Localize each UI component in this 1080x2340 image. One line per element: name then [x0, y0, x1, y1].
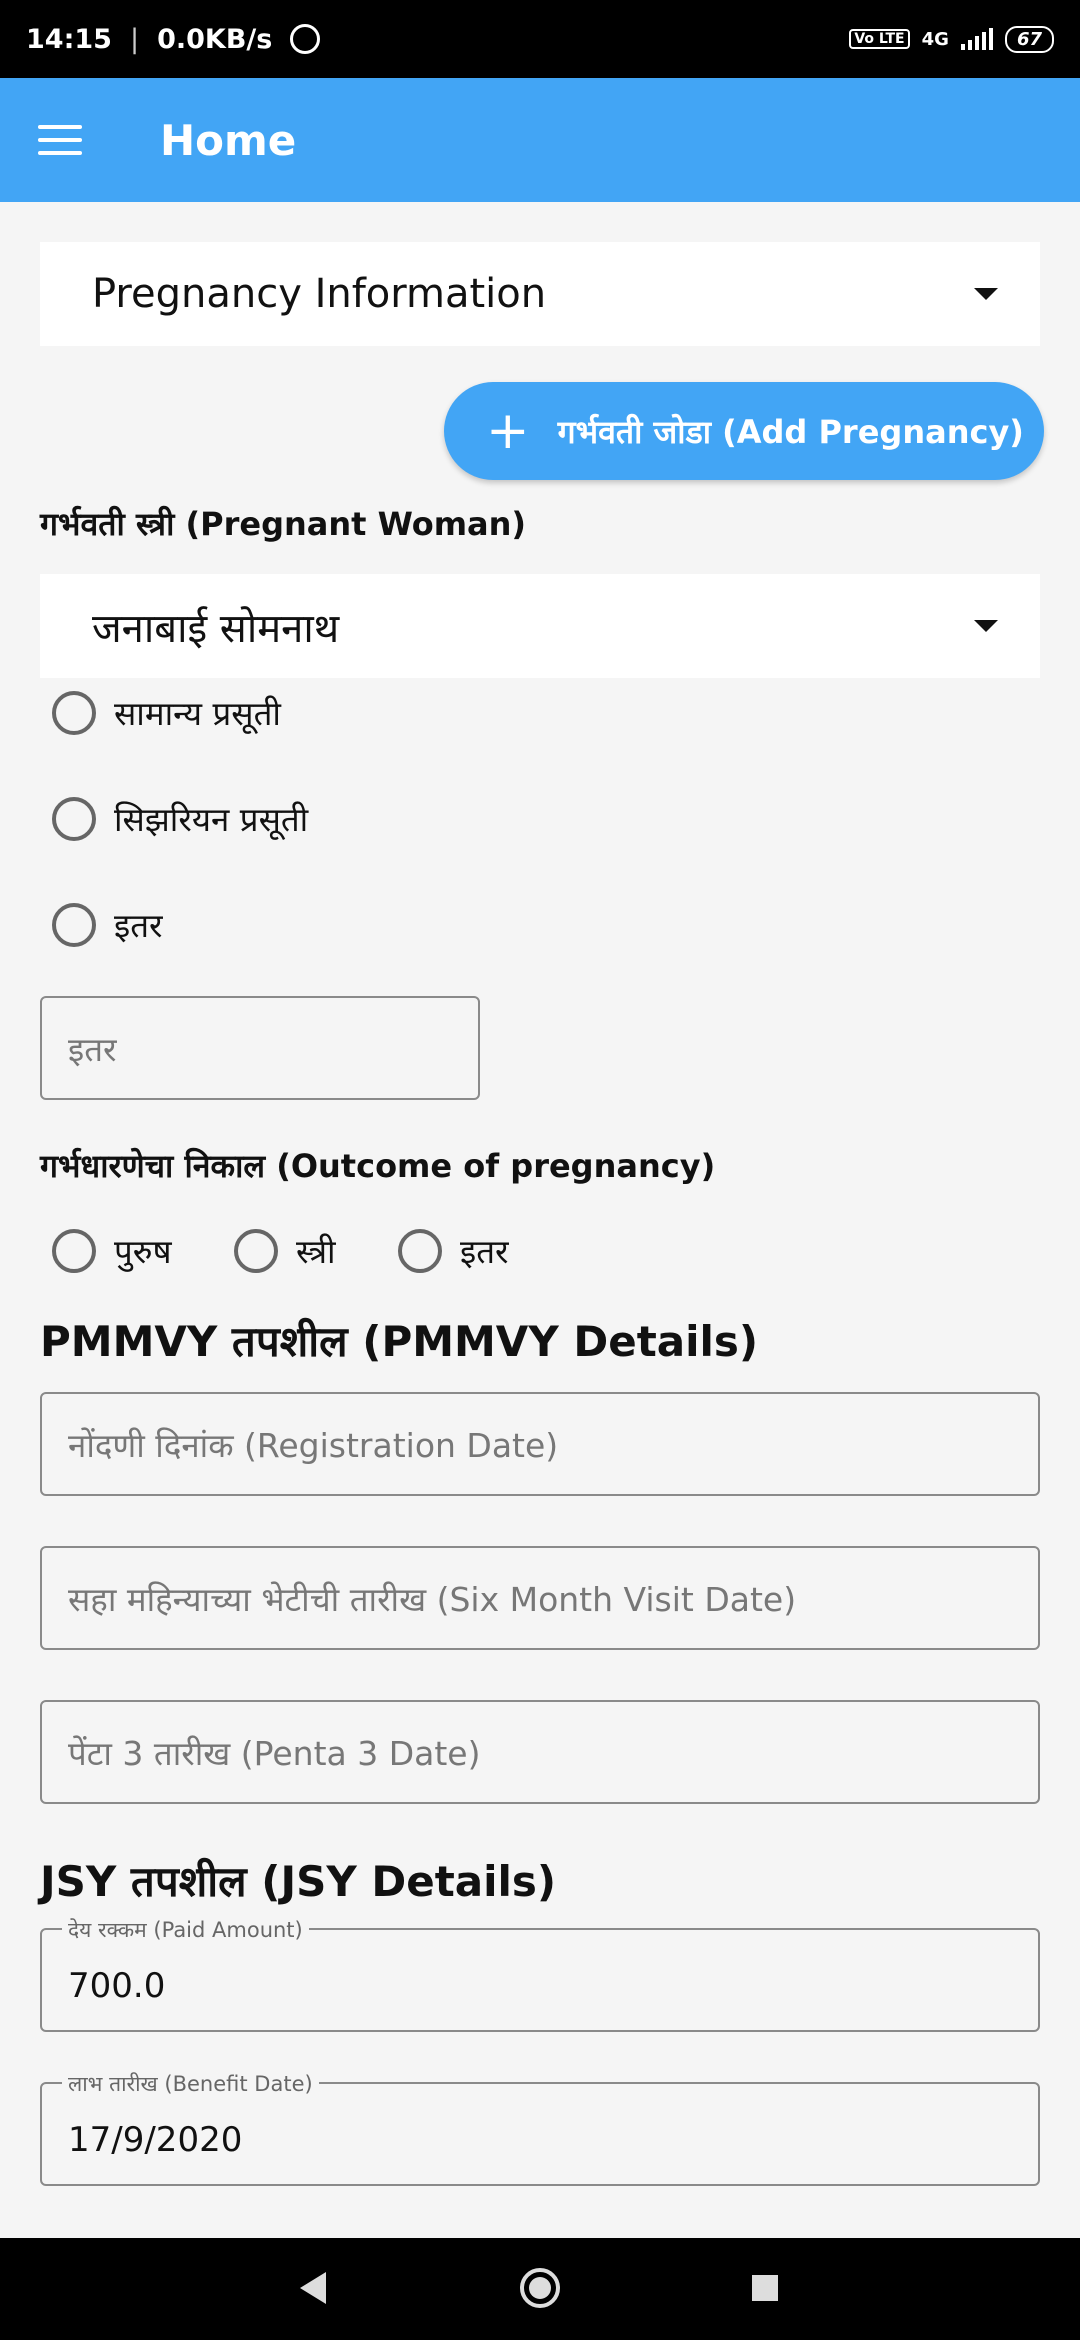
signal-icon: [960, 28, 993, 50]
battery-icon: 67: [1004, 25, 1054, 53]
network-speed: 0.0KB/s: [157, 23, 273, 55]
pregnancy-info-dropdown[interactable]: Pregnancy Information: [40, 242, 1040, 346]
app-bar: Home: [0, 78, 1080, 202]
radio-other-delivery[interactable]: इतर: [52, 902, 163, 947]
six-month-visit-date-input[interactable]: सहा महिन्याच्या भेटीची तारीख (Six Month …: [40, 1546, 1040, 1650]
plus-icon: +: [486, 401, 530, 461]
main-content: Pregnancy Information + गर्भवती जोडा (Ad…: [0, 202, 1080, 2238]
radio-normal-delivery[interactable]: सामान्य प्रसूती: [52, 690, 281, 735]
pregnant-woman-label: गर्भवती स्त्री (Pregnant Woman): [40, 505, 527, 543]
status-time: 14:15: [26, 23, 112, 55]
radio-button-icon: [52, 690, 96, 735]
add-pregnancy-label: गर्भवती जोडा (Add Pregnancy): [557, 412, 1024, 451]
page-title: Home: [160, 115, 297, 165]
add-pregnancy-button[interactable]: + गर्भवती जोडा (Add Pregnancy): [444, 382, 1044, 480]
pmmvy-heading: PMMVY तपशील (PMMVY Details): [40, 1317, 759, 1366]
pregnant-woman-value: जनाबाई सोमनाथ: [92, 605, 340, 652]
dropdown-arrow-icon: [974, 288, 998, 300]
network-type: 4G: [921, 28, 949, 50]
outcome-label: गर्भधारणेचा निकाल (Outcome of pregnancy): [40, 1147, 716, 1185]
radio-button-icon: [52, 796, 96, 841]
recent-apps-icon[interactable]: [752, 2275, 778, 2301]
pregnant-woman-dropdown[interactable]: जनाबाई सोमनाथ: [40, 574, 1040, 678]
penta3-date-input[interactable]: पेंटा 3 तारीख (Penta 3 Date): [40, 1700, 1040, 1804]
hamburger-menu-icon[interactable]: [38, 123, 82, 157]
volte-icon: Vo LTE: [849, 29, 910, 49]
back-icon[interactable]: [300, 2272, 326, 2304]
radio-outcome-other[interactable]: इतर: [398, 1228, 509, 1273]
status-bar: 14:15 | 0.0KB/s Vo LTE 4G 67: [0, 0, 1080, 78]
radio-outcome-female[interactable]: स्त्री: [234, 1228, 336, 1273]
radio-button-icon: [234, 1228, 278, 1273]
paid-amount-input[interactable]: देय रक्कम (Paid Amount) 700.0: [40, 1916, 1040, 2032]
radio-outcome-male[interactable]: पुरुष: [52, 1228, 172, 1273]
radio-button-icon: [52, 902, 96, 947]
other-delivery-input[interactable]: इतर: [40, 996, 480, 1100]
whatsapp-icon: [290, 24, 321, 54]
system-nav-bar: [0, 2238, 1080, 2340]
registration-date-input[interactable]: नोंदणी दिनांक (Registration Date): [40, 1392, 1040, 1496]
jsy-heading: JSY तपशील (JSY Details): [40, 1857, 557, 1906]
radio-cesarean-delivery[interactable]: सिझरियन प्रसूती: [52, 796, 308, 841]
paid-amount-value: 700.0: [68, 1966, 166, 2006]
radio-button-icon: [398, 1228, 442, 1273]
home-icon[interactable]: [520, 2268, 560, 2308]
pregnancy-info-value: Pregnancy Information: [92, 271, 547, 317]
benefit-date-value: 17/9/2020: [68, 2120, 243, 2160]
paid-amount-label: देय रक्कम (Paid Amount): [62, 1916, 309, 1944]
dropdown-arrow-icon: [974, 620, 998, 632]
benefit-date-input[interactable]: लाभ तारीख (Benefit Date) 17/9/2020: [40, 2070, 1040, 2186]
radio-button-icon: [52, 1228, 96, 1273]
benefit-date-label: लाभ तारीख (Benefit Date): [62, 2070, 319, 2098]
